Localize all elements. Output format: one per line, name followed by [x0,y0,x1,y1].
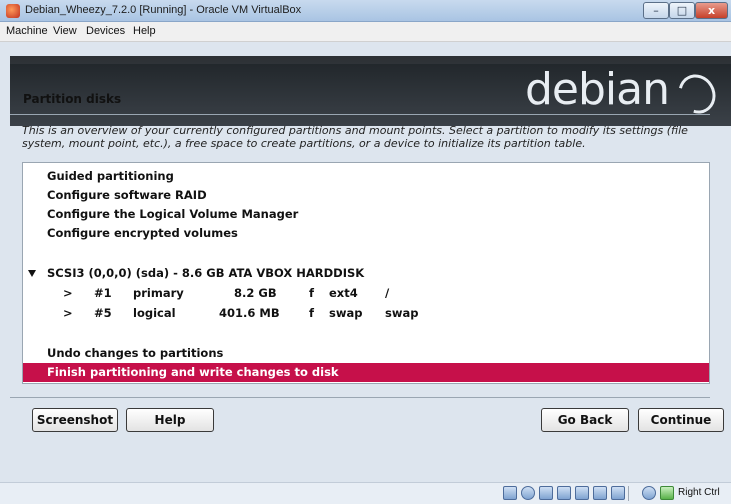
help-button[interactable]: Help [126,408,214,432]
partition-marker: > [63,286,73,300]
partition-size: 8.2 GB [234,286,277,300]
list-item-encrypted-volumes[interactable]: Configure encrypted volumes [23,224,709,243]
list-item-partition-5[interactable]: > #5 logical 401.6 MB f swap swap [23,304,709,323]
capture-mouse-icon[interactable] [611,486,625,500]
window-title: Debian_Wheezy_7.2.0 [Running] - Oracle V… [25,4,302,16]
minimize-button[interactable]: – [643,2,669,19]
list-item-label: Configure the Logical Volume Manager [47,207,299,221]
partition-size: 401.6 MB [219,306,280,320]
menu-machine[interactable]: Machine [6,25,48,37]
partition-type: primary [133,286,184,300]
list-item-label: Undo changes to partitions [47,346,224,360]
continue-button[interactable]: Continue [638,408,724,432]
banner-stripe [10,56,731,64]
list-item-label: Finish partitioning and write changes to… [47,365,339,379]
list-item-undo-changes[interactable]: Undo changes to partitions [23,344,709,363]
maximize-button[interactable]: □ [669,2,695,19]
list-item-disk-sda[interactable]: SCSI3 (0,0,0) (sda) - 8.6 GB ATA VBOX HA… [23,264,709,283]
usb-icon[interactable] [539,486,553,500]
partition-list[interactable]: Guided partitioning Configure software R… [22,162,710,384]
list-item-label: SCSI3 (0,0,0) (sda) - 8.6 GB ATA VBOX HA… [47,266,365,280]
debian-banner: debian [10,56,731,126]
screenshot-button[interactable]: Screenshot [32,408,118,432]
description-text: This is an overview of your currently co… [22,124,688,150]
partition-mount-point: swap [385,306,419,320]
partition-filesystem: swap [329,306,363,320]
page-title: Partition disks [23,92,122,106]
list-item-partition-1[interactable]: > #1 primary 8.2 GB f ext4 / [23,284,709,303]
menu-help[interactable]: Help [133,25,156,37]
statusbar: Right Ctrl [0,482,731,504]
host-key-indicator-icon [660,486,674,500]
divider [10,114,710,115]
display-icon[interactable] [593,486,607,500]
list-item-finish-partitioning[interactable]: Finish partitioning and write changes to… [23,363,709,382]
close-button[interactable]: x [695,2,728,19]
list-item-label: Guided partitioning [47,169,174,183]
hard-disk-icon[interactable] [503,486,517,500]
debian-swirl-icon [671,67,723,121]
optical-drive-icon[interactable] [521,486,535,500]
partition-flag: f [309,306,315,320]
partition-marker: > [63,306,73,320]
expand-triangle-icon [28,270,36,277]
menu-devices[interactable]: Devices [86,25,125,37]
debian-logo-text: debian [524,64,670,115]
partition-number: #1 [94,286,112,300]
partition-number: #5 [94,306,112,320]
go-back-button[interactable]: Go Back [541,408,629,432]
partition-type: logical [133,306,176,320]
partition-flag: f [309,286,315,300]
list-item-software-raid[interactable]: Configure software RAID [23,186,709,205]
mouse-integration-icon[interactable] [642,486,656,500]
list-item-label: Configure software RAID [47,188,207,202]
virtualbox-app-icon [6,4,20,18]
list-item-label: Configure encrypted volumes [47,226,238,240]
partition-mount-point: / [385,286,390,300]
menubar: Machine View Devices Help [0,22,731,42]
menu-view[interactable]: View [53,25,77,37]
window-titlebar[interactable]: Debian_Wheezy_7.2.0 [Running] - Oracle V… [0,0,731,22]
list-item-guided-partitioning[interactable]: Guided partitioning [23,167,709,186]
partition-filesystem: ext4 [329,286,358,300]
shared-folders-icon[interactable] [557,486,571,500]
network-icon[interactable] [575,486,589,500]
host-key-label: Right Ctrl [678,487,720,498]
list-item-lvm[interactable]: Configure the Logical Volume Manager [23,205,709,224]
divider [10,397,710,398]
statusbar-separator [628,486,629,501]
